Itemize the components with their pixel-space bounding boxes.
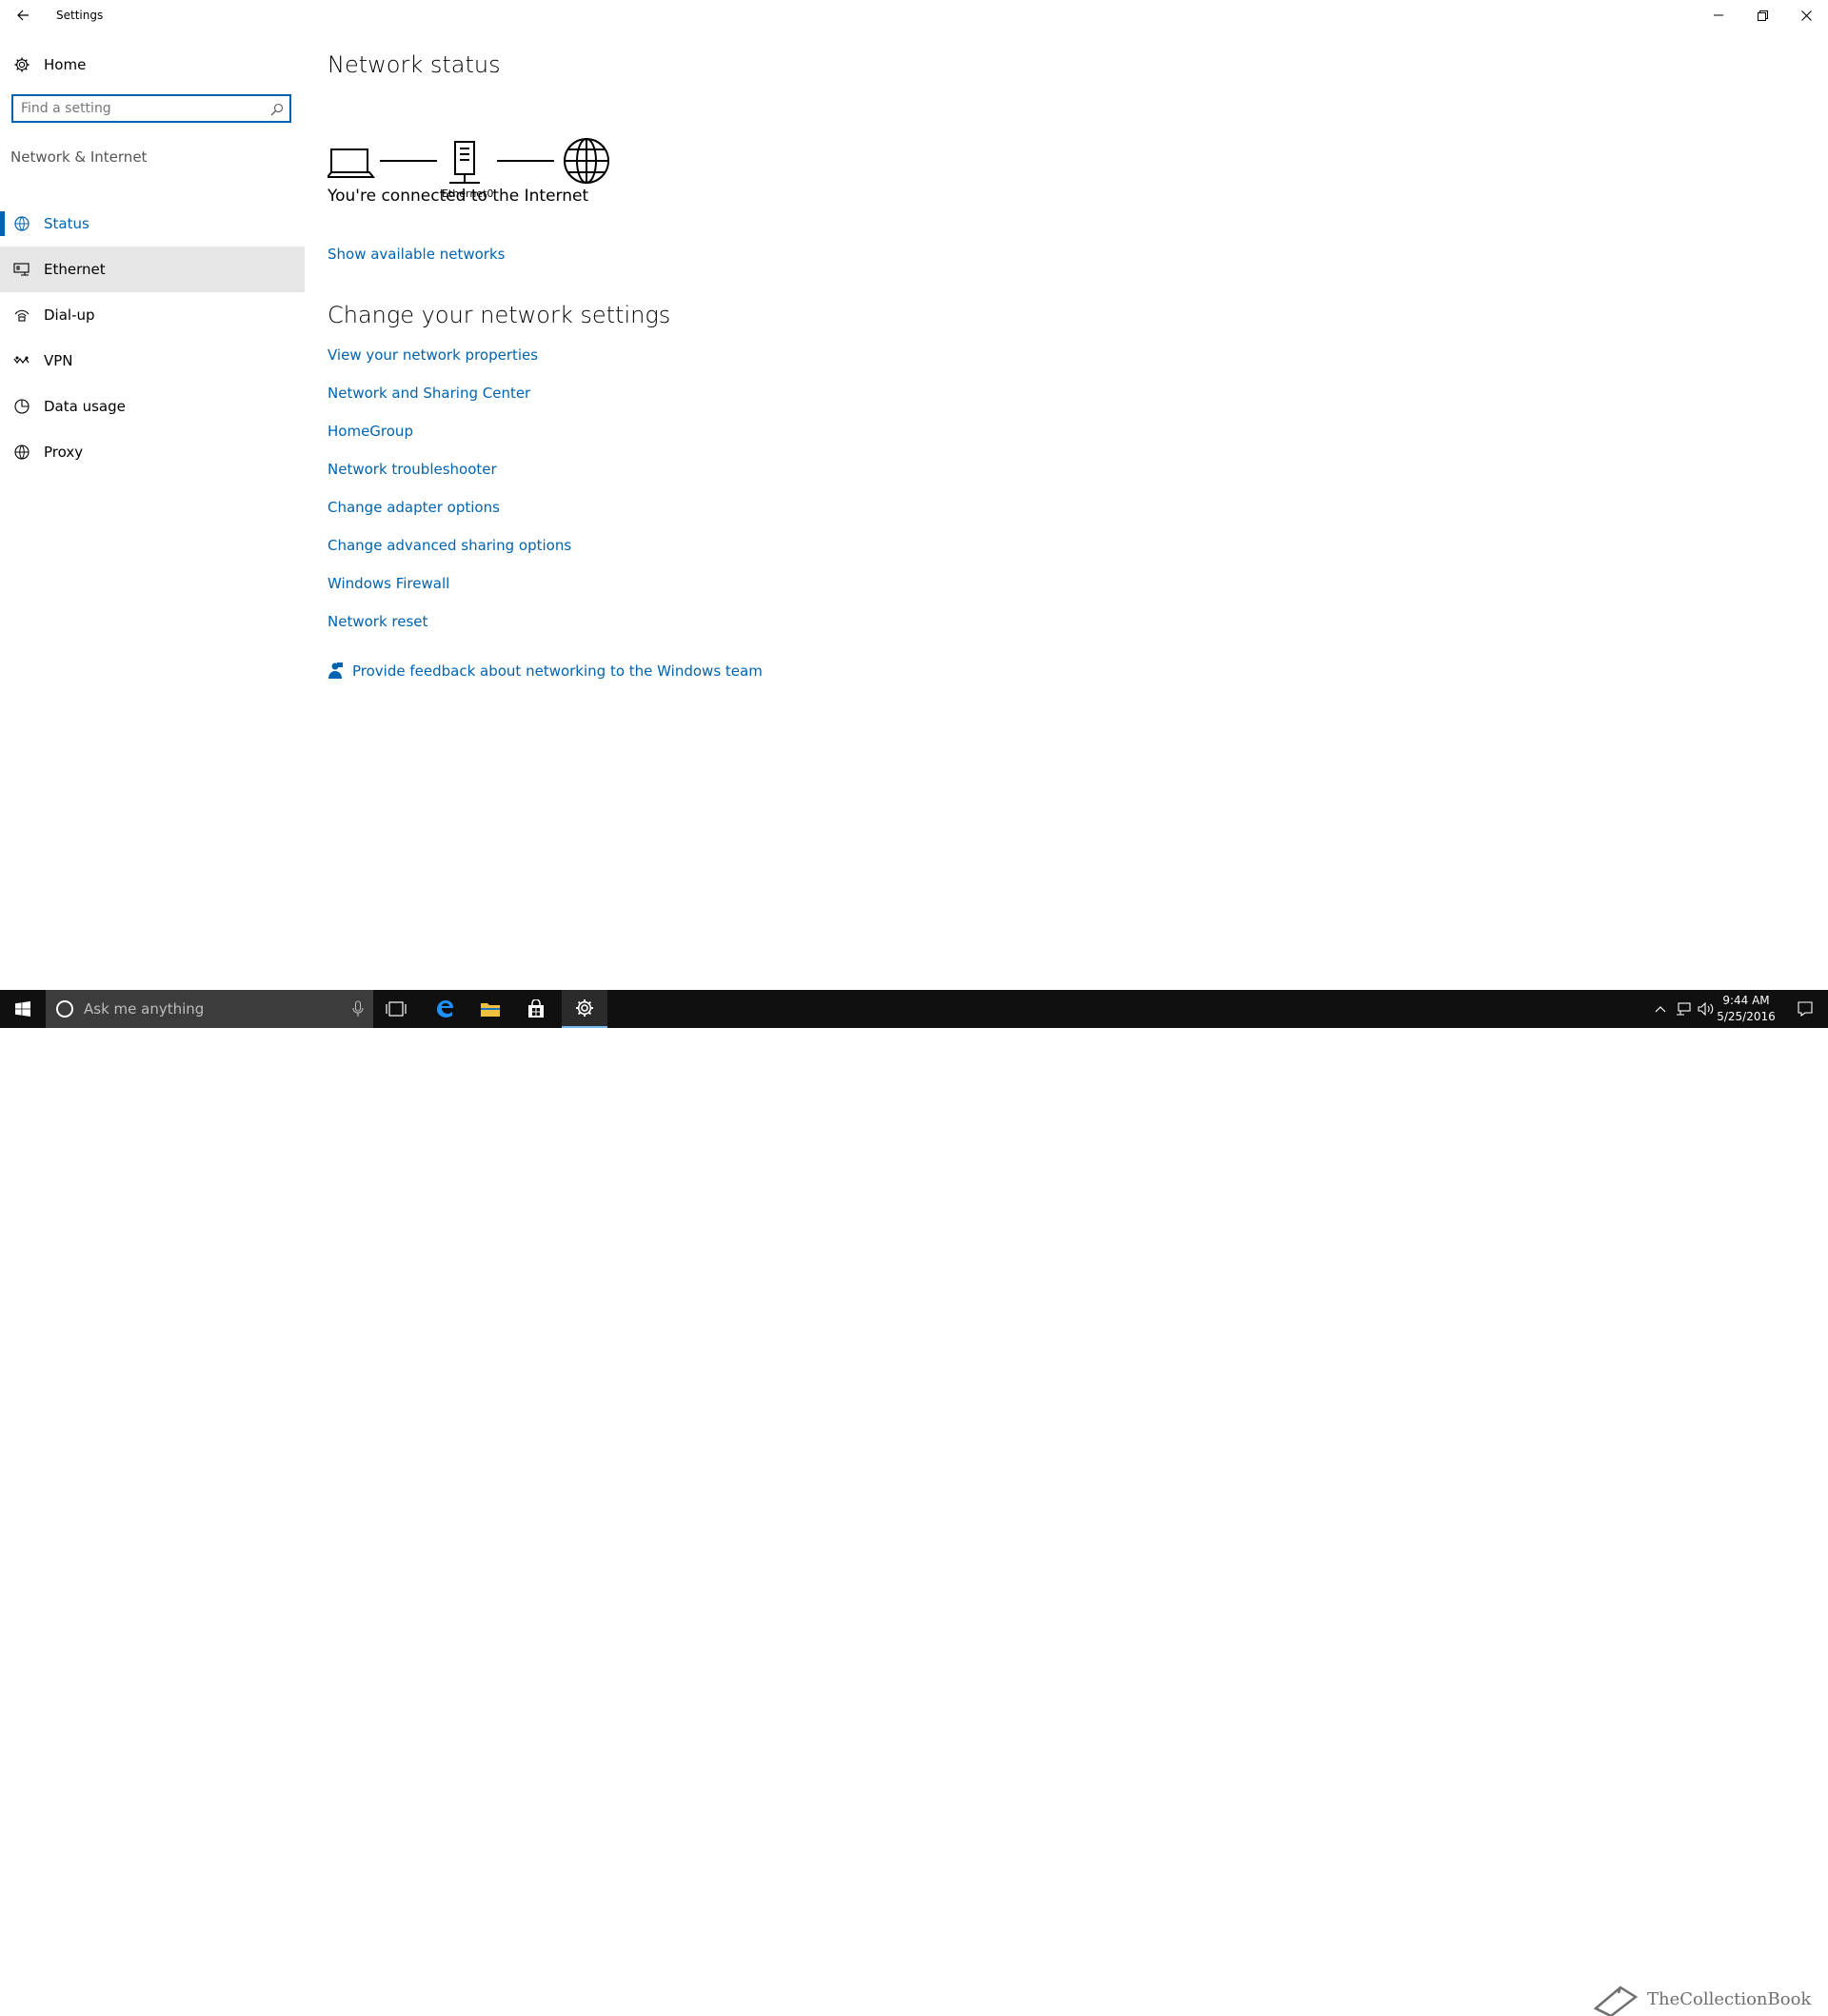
- clock-time: 9:44 AM: [1722, 994, 1770, 1007]
- cortana-circle-icon: [56, 1000, 73, 1018]
- laptop-icon: [325, 148, 376, 178]
- link-advanced-sharing[interactable]: Change advanced sharing options: [328, 537, 571, 554]
- store-icon: [528, 999, 544, 1018]
- taskbar: Ask me anything TheCollectionBook 9:44 A…: [0, 990, 1828, 2016]
- page-title: Network status: [328, 51, 501, 78]
- home-label: Home: [44, 56, 87, 73]
- file-explorer-button[interactable]: [467, 990, 513, 1028]
- cortana-placeholder: Ask me anything: [84, 1000, 205, 1018]
- search-icon[interactable]: [270, 102, 284, 120]
- task-view-button[interactable]: [373, 990, 419, 1028]
- network-adapter-icon: [449, 141, 480, 184]
- show-hidden-icons-button[interactable]: [1649, 990, 1672, 1028]
- watermark-text: TheCollectionBook: [1647, 1988, 1812, 2009]
- sidebar-item-dialup[interactable]: Dial-up: [0, 292, 305, 338]
- search-input[interactable]: [21, 101, 259, 116]
- chevron-up-icon: [1655, 1006, 1666, 1013]
- window-title: Settings: [56, 9, 104, 22]
- dialup-icon: [0, 307, 44, 323]
- feedback-person-icon: [328, 662, 343, 679]
- windows-start-icon: [15, 1001, 30, 1017]
- ethernet-icon: [0, 262, 44, 277]
- sidebar-item-label: VPN: [44, 352, 73, 369]
- cortana-search-box[interactable]: Ask me anything: [46, 990, 373, 1028]
- selection-indicator: [0, 211, 5, 236]
- link-sharing-center[interactable]: Network and Sharing Center: [328, 385, 530, 402]
- group-label: Network & Internet: [10, 148, 148, 166]
- link-homegroup[interactable]: HomeGroup: [328, 423, 413, 440]
- network-tray-button[interactable]: [1672, 990, 1695, 1028]
- edge-button[interactable]: [422, 990, 467, 1028]
- book-icon: [1593, 1986, 1639, 2016]
- settings-heading: Change your network settings: [328, 302, 671, 328]
- edge-icon: [437, 1000, 453, 1018]
- proxy-globe-icon: [0, 444, 44, 461]
- show-networks-link[interactable]: Show available networks: [328, 246, 505, 263]
- sidebar-item-label: Ethernet: [44, 261, 106, 278]
- sidebar-item-ethernet[interactable]: Ethernet: [0, 247, 305, 292]
- sidebar-nav: Status Ethernet Dial-up VPN Data usage P…: [0, 201, 305, 475]
- settings-taskbar-button[interactable]: [562, 990, 607, 1028]
- settings-gear-icon: [576, 999, 593, 1017]
- feedback-link-label: Provide feedback about networking to the…: [352, 662, 763, 680]
- start-button[interactable]: [0, 990, 46, 1028]
- search-box[interactable]: [11, 94, 291, 123]
- action-center-button[interactable]: [1786, 990, 1824, 1028]
- link-network-properties[interactable]: View your network properties: [328, 346, 538, 364]
- data-usage-icon: [0, 398, 44, 415]
- title-bar: Settings: [0, 0, 1828, 30]
- watermark: TheCollectionBook: [1592, 1982, 1820, 2016]
- internet-globe-icon: [564, 138, 609, 184]
- sidebar-item-vpn[interactable]: VPN: [0, 338, 305, 384]
- home-button[interactable]: Home: [0, 48, 305, 82]
- connection-status: You're connected to the Internet: [328, 187, 589, 206]
- file-explorer-icon: [481, 1003, 500, 1017]
- microphone-icon[interactable]: [352, 1000, 364, 1018]
- link-troubleshooter[interactable]: Network troubleshooter: [328, 461, 497, 478]
- sidebar-item-label: Status: [44, 215, 89, 232]
- back-button[interactable]: [8, 0, 38, 30]
- main-content: Network status Ethernet0 You're connecte…: [325, 30, 1470, 982]
- link-network-reset[interactable]: Network reset: [328, 613, 427, 630]
- gear-icon: [0, 56, 44, 73]
- close-button[interactable]: [1784, 0, 1828, 30]
- sidebar-item-data-usage[interactable]: Data usage: [0, 384, 305, 429]
- status-globe-icon: [0, 215, 44, 232]
- sidebar-item-label: Dial-up: [44, 306, 95, 324]
- minimize-icon: [1714, 14, 1723, 16]
- feedback-link[interactable]: Provide feedback about networking to the…: [328, 662, 763, 680]
- action-center-icon: [1798, 1001, 1813, 1017]
- network-tray-icon: [1677, 1002, 1691, 1016]
- store-button[interactable]: [513, 990, 559, 1028]
- link-adapter-options[interactable]: Change adapter options: [328, 499, 500, 516]
- task-view-icon: [386, 1001, 407, 1017]
- sidebar-item-proxy[interactable]: Proxy: [0, 429, 305, 475]
- restore-button[interactable]: [1740, 0, 1784, 30]
- sidebar: Home Network & Internet Status Ethernet …: [0, 30, 305, 990]
- link-windows-firewall[interactable]: Windows Firewall: [328, 575, 449, 592]
- sidebar-item-label: Proxy: [44, 444, 84, 461]
- sidebar-item-label: Data usage: [44, 398, 126, 415]
- taskbar-clock[interactable]: 9:44 AM 5/25/2016: [1710, 993, 1782, 1025]
- close-icon: [1800, 10, 1812, 21]
- vpn-icon: [0, 354, 44, 367]
- minimize-button[interactable]: [1697, 0, 1740, 30]
- arrow-left-icon: [17, 10, 29, 21]
- clock-date: 5/25/2016: [1717, 1010, 1776, 1023]
- restore-icon: [1757, 10, 1768, 21]
- sidebar-item-status[interactable]: Status: [0, 201, 305, 247]
